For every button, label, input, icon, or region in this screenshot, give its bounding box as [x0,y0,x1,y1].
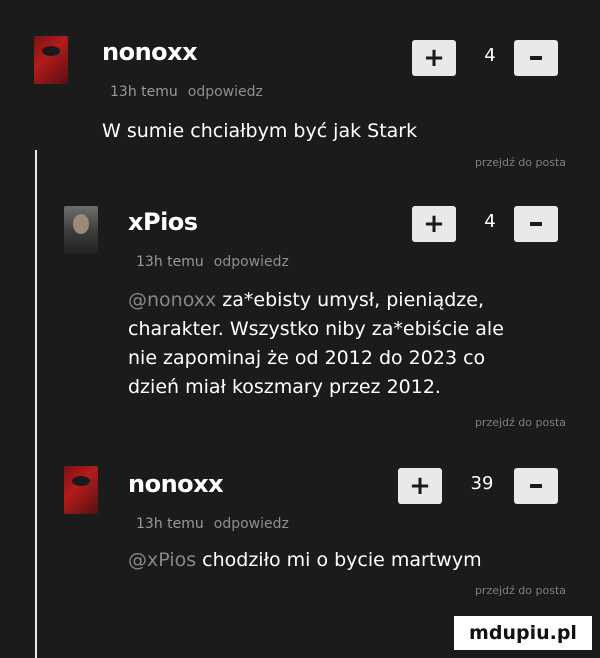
minus-icon [530,484,542,488]
comment-author[interactable]: nonoxx [128,470,224,498]
goto-post-link[interactable]: przejdź do posta [475,416,566,429]
vote-score: 4 [484,45,496,66]
upvote-button[interactable]: + [412,206,456,242]
comment-meta: 13h temu odpowiedz [110,84,263,100]
mention-link[interactable]: @nonoxx [128,289,216,311]
upvote-button[interactable]: + [412,40,456,76]
plus-icon: + [409,471,431,501]
comment-author[interactable]: xPios [128,208,198,236]
comment-meta: 13h temu odpowiedz [136,254,289,270]
comment-author[interactable]: nonoxx [102,38,198,66]
minus-icon [530,56,542,60]
reply-link[interactable]: odpowiedz [214,254,289,270]
comment-time: 13h temu [110,84,178,100]
vote-score: 39 [470,473,494,494]
comment-body-line: dzień miał koszmary przez 2012. [128,376,441,398]
comment-body-text: chodziło mi o bycie martwym [202,549,482,571]
plus-icon: + [423,209,445,239]
avatar[interactable] [64,466,98,514]
comment-body: @xPios chodziło mi o bycie martwym [128,546,482,575]
reply-link[interactable]: odpowiedz [214,516,289,532]
comment-body: W sumie chciałbym być jak Stark [102,120,418,142]
minus-icon [530,222,542,226]
comment-body: @nonoxx za*ebisty umysł, pieniądze, char… [128,286,578,402]
reply-link[interactable]: odpowiedz [188,84,263,100]
downvote-button[interactable] [514,40,558,76]
mention-link[interactable]: @xPios [128,549,196,571]
plus-icon: + [423,43,445,73]
goto-post-link[interactable]: przejdź do posta [475,584,566,597]
comment-time: 13h temu [136,516,204,532]
comment-body-line: charakter. Wszystko niby za*ebiście ale [128,318,504,340]
avatar[interactable] [64,206,98,254]
thread-line [35,150,37,658]
goto-post-link[interactable]: przejdź do posta [475,156,566,169]
comment-meta: 13h temu odpowiedz [136,516,289,532]
upvote-button[interactable]: + [398,468,442,504]
downvote-button[interactable] [514,468,558,504]
vote-score: 4 [484,211,496,232]
watermark-logo: mdupiu.pl [454,616,592,650]
avatar[interactable] [34,36,68,84]
downvote-button[interactable] [514,206,558,242]
comment-body-line: nie zapominaj że od 2012 do 2023 co [128,347,486,369]
comment-time: 13h temu [136,254,204,270]
comment-body-line: za*ebisty umysł, pieniądze, [222,289,485,311]
